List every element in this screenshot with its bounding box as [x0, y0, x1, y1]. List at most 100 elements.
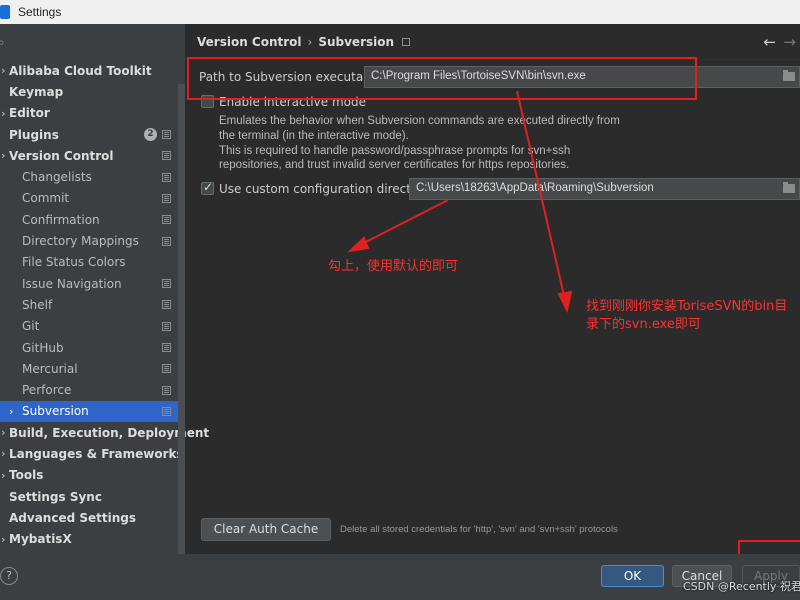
sidebar-item-mybatisx[interactable]: › MybatisX [0, 529, 185, 550]
sidebar-item-label: Perforce [22, 383, 72, 398]
sidebar-item-label: Alibaba Cloud Toolkit [9, 63, 152, 78]
sidebar-item-label: File Status Colors [22, 255, 126, 270]
chevron-right-icon[interactable]: › [1, 469, 6, 482]
sidebar-item-label: Editor [9, 106, 50, 121]
sidebar-item-mercurial[interactable]: Mercurial [0, 358, 185, 379]
settings-sidebar: ⌕ › Alibaba Cloud Toolkit Keymap › Editor Plu… [0, 24, 209, 554]
project-scope-icon [162, 193, 171, 203]
breadcrumb-separator: › [307, 34, 313, 49]
sidebar-item-advanced-settings[interactable]: Advanced Settings [0, 507, 185, 528]
back-arrow-icon[interactable]: ← [763, 33, 776, 51]
sidebar-item-confirmation[interactable]: Confirmation [0, 209, 185, 230]
chevron-right-icon[interactable]: › [1, 64, 6, 77]
settings-tree: › Alibaba Cloud Toolkit Keymap › Editor Plugi… [0, 60, 209, 550]
browse-folder-icon[interactable] [783, 182, 795, 193]
sidebar-item-settings-sync[interactable]: Settings Sync [0, 486, 185, 507]
sidebar-item-perforce[interactable]: Perforce [0, 379, 185, 400]
breadcrumb-subversion: Subversion [318, 34, 395, 49]
project-scope-icon [162, 343, 171, 352]
sidebar-item-editor[interactable]: › Editor [0, 103, 185, 124]
sidebar-item-label: Shelf [22, 297, 53, 312]
sidebar-item-label: GitHub [22, 340, 64, 355]
sidebar-item-directory-mappings[interactable]: Directory Mappings [0, 230, 185, 251]
sidebar-item-label: Issue Navigation [22, 276, 122, 291]
sidebar-item-plugins[interactable]: Plugins 2 [0, 124, 185, 145]
project-scope-icon [162, 385, 171, 395]
sidebar-search[interactable]: ⌕ [0, 24, 185, 60]
breadcrumb-version-control[interactable]: Version Control [197, 35, 302, 49]
annotation-line: 录下的svn.exe即可 [586, 317, 701, 332]
sidebar-item-github[interactable]: GitHub [0, 337, 185, 358]
clear-auth-cache-button[interactable]: Clear Auth Cache [201, 518, 331, 541]
project-scope-icon [162, 406, 171, 416]
sidebar-item-languages-frameworks[interactable]: › Languages & Frameworks [0, 443, 185, 464]
browse-folder-icon[interactable] [783, 70, 795, 81]
project-scope-icon [162, 215, 171, 225]
sidebar-item-label: Directory Mappings [22, 234, 139, 249]
window-title: Settings [18, 5, 62, 19]
project-scope-icon [162, 130, 171, 140]
sidebar-item-subversion[interactable]: › Subversion [0, 400, 185, 423]
interactive-mode-description: Emulates the behavior when Subversion co… [219, 114, 620, 173]
sidebar-item-label: Commit [22, 191, 70, 206]
footer-left [0, 554, 185, 600]
chevron-right-icon[interactable]: › [1, 533, 6, 546]
project-scope-icon [162, 279, 171, 289]
sidebar-item-label: Advanced Settings [9, 510, 137, 525]
ok-button[interactable]: OK [601, 565, 664, 587]
project-scope-icon [402, 37, 411, 46]
sidebar-item-commit[interactable]: Commit [0, 188, 185, 209]
sidebar-item-label: Languages & Frameworks [9, 446, 184, 461]
chevron-right-icon[interactable]: › [1, 426, 6, 439]
sidebar-item-file-status-colors[interactable]: File Status Colors [0, 252, 185, 273]
annotation-note-checkbox: 勾上，使用默认的即可 [328, 259, 459, 274]
custom-config-dir-input[interactable]: C:\Users\18263\AppData\Roaming\Subversio… [409, 178, 800, 200]
annotation-arrowhead [557, 290, 573, 313]
description-line: the terminal (in the interactive mode). [219, 129, 409, 142]
custom-config-dir-checkbox[interactable] [201, 180, 214, 195]
sidebar-item-alibaba-cloud-toolkit[interactable]: › Alibaba Cloud Toolkit [0, 60, 185, 81]
sidebar-item-label: Plugins [9, 127, 59, 142]
sidebar-item-label: Settings Sync [9, 489, 102, 504]
sidebar-item-label: Changelists [22, 170, 92, 185]
forward-arrow-icon[interactable]: → [783, 33, 796, 51]
sidebar-item-label: Keymap [9, 84, 64, 99]
project-scope-icon [162, 151, 171, 161]
chevron-right-icon[interactable]: › [1, 107, 6, 120]
sidebar-item-issue-navigation[interactable]: Issue Navigation [0, 273, 185, 294]
search-icon: ⌕ [0, 34, 5, 49]
chevron-right-icon[interactable]: › [1, 149, 6, 162]
update-count-badge: 2 [144, 128, 157, 142]
watermark: CSDN @Recently 祝君 [683, 580, 800, 593]
clear-auth-cache-description: Delete all stored credentials for 'http'… [340, 524, 618, 535]
sidebar-item-label: Mercurial [22, 361, 78, 376]
custom-config-dir-label: Use custom configuration directory: [219, 182, 434, 196]
sidebar-item-changelists[interactable]: Changelists [0, 166, 185, 187]
sidebar-item-build-execution-deployment[interactable]: › Build, Execution, Deployment [0, 422, 209, 443]
sidebar-item-version-control[interactable]: › Version Control [0, 145, 185, 166]
breadcrumb: Version Control › Subversion ← → [185, 24, 800, 60]
sidebar-item-label: Version Control [9, 148, 114, 163]
chevron-right-icon[interactable]: › [1, 447, 6, 460]
description-line: This is required to handle password/pass… [219, 144, 571, 157]
chevron-right-icon[interactable]: › [9, 405, 13, 418]
sidebar-item-keymap[interactable]: Keymap [0, 81, 185, 102]
sidebar-item-label: Subversion [22, 404, 89, 419]
annotation-note-path: 找到刚刚你安装ToriseSVN的bin目 录下的svn.exe即可 [586, 298, 787, 334]
project-scope-icon [162, 172, 171, 182]
annotation-line: 找到刚刚你安装ToriseSVN的bin目 [586, 299, 788, 314]
project-scope-icon [162, 364, 171, 374]
sidebar-item-label: MybatisX [9, 532, 72, 547]
sidebar-item-label: Confirmation [22, 212, 100, 227]
custom-config-dir-value: C:\Users\18263\AppData\Roaming\Subversio… [416, 182, 654, 194]
project-scope-icon [162, 321, 171, 331]
sidebar-item-git[interactable]: Git [0, 316, 185, 337]
sidebar-item-shelf[interactable]: Shelf [0, 294, 185, 315]
app-icon [0, 5, 10, 19]
annotation-arrowhead [346, 236, 370, 253]
sidebar-item-tools[interactable]: › Tools [0, 465, 185, 486]
help-button[interactable]: ? [0, 567, 18, 585]
sidebar-scrollbar[interactable] [178, 84, 185, 554]
project-scope-icon [162, 300, 171, 310]
annotation-arrow [357, 199, 449, 247]
